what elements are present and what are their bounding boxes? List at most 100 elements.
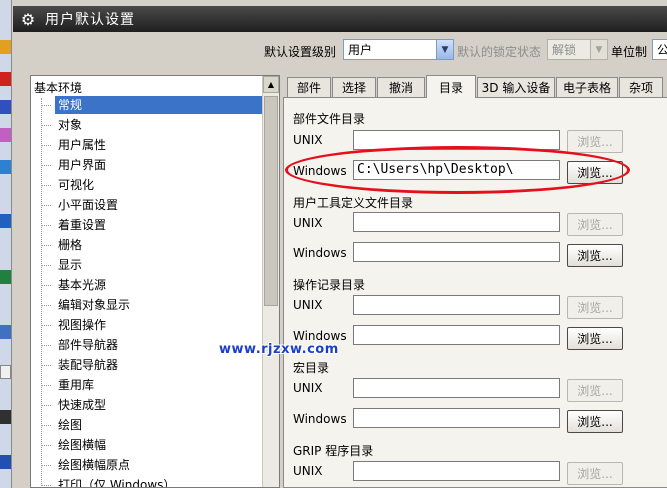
- tree-item-label: 编辑对象显示: [58, 298, 131, 312]
- tree-item[interactable]: 基本光源: [41, 276, 263, 295]
- grip-unix-field[interactable]: [353, 461, 560, 481]
- chevron-down-icon[interactable]: ▼: [436, 40, 453, 59]
- macro-windows-field[interactable]: [353, 408, 560, 428]
- tree-item-label: 显示: [58, 258, 83, 272]
- tree-item[interactable]: 编辑对象显示: [41, 296, 263, 315]
- tree-item[interactable]: 快速成型: [41, 396, 263, 415]
- tool-icon[interactable]: [0, 270, 11, 284]
- tree-item[interactable]: 绘图: [41, 416, 263, 435]
- tools-unix-browse-button[interactable]: 浏览...: [567, 213, 623, 236]
- tree-item[interactable]: 绘图横幅原点: [41, 456, 263, 475]
- tree-item[interactable]: 栅格: [41, 236, 263, 255]
- level-label: 默认设置级别: [264, 45, 337, 59]
- grip-unix-browse-button[interactable]: 浏览...: [567, 462, 623, 485]
- tool-icon[interactable]: [0, 365, 11, 379]
- settings-level-row: 默认设置级别 用户 ▼ 默认的锁定状态 解锁 ▼ 单位制 公: [13, 38, 667, 64]
- tree-item[interactable]: 装配导航器: [41, 356, 263, 375]
- tree-item-label: 用户界面: [58, 158, 107, 172]
- lock-label: 默认的锁定状态: [457, 45, 542, 59]
- part-unix-field[interactable]: [353, 130, 560, 150]
- tree-connector: [41, 105, 51, 106]
- unit-label: 单位制: [611, 45, 648, 59]
- tree-item[interactable]: 用户属性: [41, 136, 263, 155]
- tree-root[interactable]: 基本环境: [34, 79, 82, 96]
- tree-item[interactable]: 重用库: [41, 376, 263, 395]
- macro-unix-browse-button[interactable]: 浏览...: [567, 379, 623, 402]
- tree-item-label: 着重设置: [58, 218, 107, 232]
- tree-item-label: 绘图: [58, 418, 83, 432]
- tree-connector: [41, 245, 51, 246]
- tree-item[interactable]: 可视化: [41, 176, 263, 195]
- tab-undo[interactable]: 撤消: [377, 77, 425, 97]
- windows-label: Windows: [293, 164, 347, 178]
- tree-item-label: 基本光源: [58, 278, 107, 292]
- tab-spreadsheet[interactable]: 电子表格: [556, 77, 618, 97]
- journal-unix-browse-button[interactable]: 浏览...: [567, 296, 623, 319]
- tree-item[interactable]: 视图操作: [41, 316, 263, 335]
- tree-connector: [41, 165, 51, 166]
- tab-misc[interactable]: 杂项: [619, 77, 663, 97]
- part-windows-browse-button[interactable]: 浏览...: [567, 161, 623, 184]
- journal-unix-field[interactable]: [353, 295, 560, 315]
- tool-icon[interactable]: [0, 410, 11, 424]
- tree-item[interactable]: 对象: [41, 116, 263, 135]
- tree-connector: [41, 125, 51, 126]
- tree-item[interactable]: 绘图横幅: [41, 436, 263, 455]
- tree-connector: [41, 405, 51, 406]
- level-select[interactable]: 用户 ▼: [343, 39, 454, 60]
- unix-label: UNIX: [293, 133, 323, 147]
- scroll-thumb[interactable]: [264, 96, 278, 306]
- tree-item[interactable]: 常规: [41, 96, 263, 115]
- tab-3d-input[interactable]: 3D 输入设备: [477, 77, 555, 97]
- tree-connector: [41, 305, 51, 306]
- tree-item-label: 可视化: [58, 178, 95, 192]
- tree-item[interactable]: 打印（仅 Windows）: [41, 476, 263, 487]
- tree-item-label: 视图操作: [58, 318, 107, 332]
- tool-icon[interactable]: [0, 72, 11, 86]
- tree-scrollbar[interactable]: ▲: [262, 76, 279, 487]
- macro-windows-browse-button[interactable]: 浏览...: [567, 410, 623, 433]
- tool-icon[interactable]: [0, 455, 11, 469]
- part-unix-browse-button[interactable]: 浏览...: [567, 130, 623, 153]
- windows-label: Windows: [293, 412, 347, 426]
- chevron-down-icon[interactable]: ▼: [590, 40, 607, 59]
- tab-selection[interactable]: 选择: [332, 77, 376, 97]
- category-tree: 基本环境 常规 对象 用户属性用户界面可视化小平面设置着重设置栅格显示基本光源编辑对…: [30, 75, 280, 488]
- tab-part[interactable]: 部件: [287, 77, 331, 97]
- tab-directories[interactable]: 目录: [426, 75, 476, 98]
- part-windows-field[interactable]: C:\Users\hp\Desktop\: [353, 160, 560, 180]
- tree-item-label: 快速成型: [58, 398, 107, 412]
- section-title: 部件文件目录: [293, 112, 366, 126]
- tool-icon[interactable]: [0, 128, 11, 142]
- tool-icon[interactable]: [0, 325, 11, 339]
- tree-connector: [41, 225, 51, 226]
- section-title: 宏目录: [293, 361, 330, 375]
- scroll-up-icon[interactable]: ▲: [263, 76, 279, 93]
- tree-connector: [41, 385, 51, 386]
- tree-item[interactable]: 小平面设置: [41, 196, 263, 215]
- tree-connector: [41, 145, 51, 146]
- unit-select[interactable]: 公: [652, 39, 667, 60]
- tree-item[interactable]: 用户界面: [41, 156, 263, 175]
- section-title: GRIP 程序目录: [293, 444, 374, 458]
- tool-icon[interactable]: [0, 160, 11, 174]
- gear-icon[interactable]: ⚙: [17, 8, 39, 30]
- lock-select[interactable]: 解锁 ▼: [547, 39, 608, 60]
- tools-windows-field[interactable]: [353, 242, 560, 262]
- tools-windows-browse-button[interactable]: 浏览...: [567, 244, 623, 267]
- tree-item-label: 绘图横幅: [58, 438, 107, 452]
- journal-windows-browse-button[interactable]: 浏览...: [567, 327, 623, 350]
- macro-unix-field[interactable]: [353, 378, 560, 398]
- watermark: www.rjzxw.com: [219, 342, 339, 357]
- unit-value: 公: [657, 43, 667, 57]
- tools-unix-field[interactable]: [353, 212, 560, 232]
- tree-item-label: 重用库: [58, 378, 95, 392]
- tree-item[interactable]: 着重设置: [41, 216, 263, 235]
- tree-connector: [41, 345, 51, 346]
- tool-icon[interactable]: [0, 40, 11, 54]
- tree-item[interactable]: 显示: [41, 256, 263, 275]
- windows-label: Windows: [293, 329, 347, 343]
- tool-icon[interactable]: [0, 214, 11, 228]
- tool-icon[interactable]: [0, 100, 11, 114]
- journal-windows-field[interactable]: [353, 325, 560, 345]
